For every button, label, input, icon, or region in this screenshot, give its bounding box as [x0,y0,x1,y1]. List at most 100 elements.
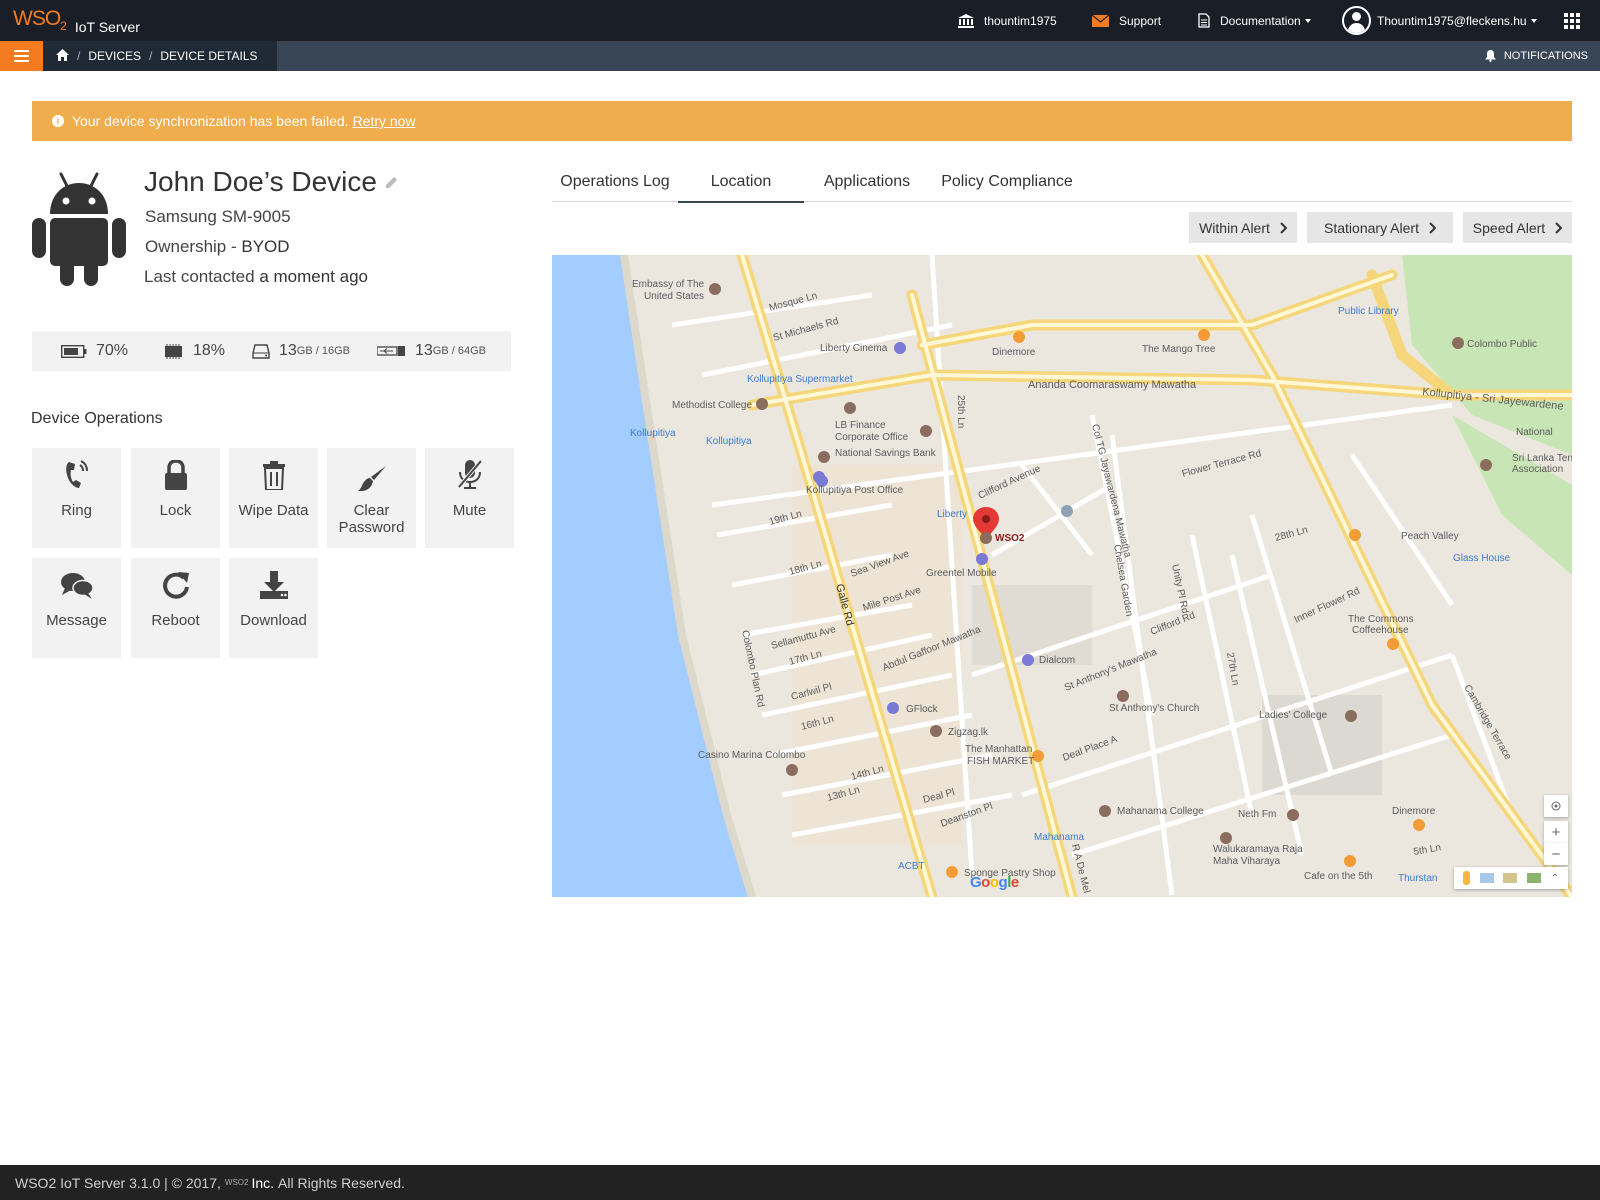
wso2-logo: WSO2 [13,7,67,34]
breadcrumb-devices[interactable]: DEVICES [88,49,141,63]
map-thumbnail-icon[interactable] [1479,873,1494,883]
bank-icon [958,13,974,28]
terrain-thumbnail-icon[interactable] [1503,873,1518,883]
svg-text:Public Library: Public Library [1338,306,1399,317]
device-tabs: Operations Log Location Applications Pol… [552,162,1572,203]
brand[interactable]: WSO2 IoT Server [13,7,140,38]
documentation-menu[interactable]: Documentation [1198,0,1311,41]
app-launcher[interactable] [1564,0,1580,41]
breadcrumb-separator: / [77,49,81,63]
svg-text:Maha Viharaya: Maha Viharaya [1213,856,1281,867]
svg-text:The Manhattan: The Manhattan [965,744,1032,755]
svg-text:Mahanama: Mahanama [1034,832,1084,843]
retry-now-link[interactable]: Retry now [353,113,416,129]
notifications-link[interactable]: NOTIFICATIONS [1484,41,1588,71]
svg-text:Colombo Plan Rd: Colombo Plan Rd [739,629,766,708]
location-pin[interactable]: WSO2 [973,507,1025,544]
mic-off-icon [455,448,484,502]
svg-text:Cafe on the 5th: Cafe on the 5th [1304,871,1372,882]
locate-me-button[interactable] [1544,795,1568,817]
tab-operations-log[interactable]: Operations Log [552,162,678,202]
brand-name: IoT Server [74,19,140,36]
lock-label: Lock [159,502,192,519]
battery-icon [61,344,87,358]
tab-policy-compliance[interactable]: Policy Compliance [930,162,1084,202]
svg-text:St Anthony's Church: St Anthony's Church [1109,703,1199,714]
reboot-button[interactable]: Reboot [131,558,220,658]
user-name: Thountim1975@fleckens.hu [1377,13,1527,28]
storage-stat: 13 GB / 16GB [252,331,350,371]
map-canvas: Embassy of TheUnited States Mosque Ln St… [552,255,1572,897]
wso2-footer-logo: WSO2 [224,1178,249,1187]
notifications-label: NOTIFICATIONS [1503,50,1588,62]
map-type-controls[interactable]: ⌃ [1454,867,1568,889]
hard-drive-icon [252,343,270,359]
stationary-alert-label: Stationary Alert [1324,219,1419,236]
svg-text:Kollupitiya: Kollupitiya [706,436,752,447]
pegman-icon[interactable] [1462,871,1470,885]
mute-button[interactable]: Mute [425,448,514,548]
sync-failed-alert: i Your device synchronization has been f… [32,101,1572,141]
location-map[interactable]: Embassy of The United States Mosque Ln St… [552,255,1572,897]
svg-text:5th Ln: 5th Ln [1413,842,1442,858]
zoom-out-button[interactable]: − [1544,843,1568,865]
support-link[interactable]: Support [1092,0,1161,41]
svg-text:Coffeehouse: Coffeehouse [1352,625,1409,636]
clear-password-label: Clear Password [338,502,405,536]
mute-label: Mute [452,502,487,519]
stationary-alert-button[interactable]: Stationary Alert [1307,212,1453,243]
svg-text:Peach Valley: Peach Valley [1401,531,1459,542]
documentation-label: Documentation [1220,13,1301,28]
svg-text:The Commons: The Commons [1348,614,1414,625]
external-storage-used: 13 [415,342,433,359]
cpu-icon [163,343,184,359]
lock-button[interactable]: Lock [131,448,220,548]
svg-text:Glass House: Glass House [1453,553,1511,564]
pencil-edit-icon[interactable] [385,176,398,189]
svg-text:Greentel Mobile: Greentel Mobile [926,568,997,579]
svg-text:GFlock: GFlock [906,704,939,715]
svg-text:Ladies' College: Ladies' College [1259,710,1328,721]
tenant-menu[interactable]: thountim1975 [958,0,1057,41]
top-header: WSO2 IoT Server thountim1975 Support Doc… [0,0,1600,41]
within-alert-button[interactable]: Within Alert [1189,212,1297,243]
device-name-title: John Doe’s Device [144,166,398,198]
svg-text:Dinemore: Dinemore [992,347,1036,358]
svg-text:National: National [1516,427,1553,438]
device-name: John Doe’s Device [144,166,377,197]
download-button[interactable]: Download [229,558,318,658]
svg-text:ACBT: ACBT [898,861,925,872]
device-operations-title: Device Operations [31,410,163,427]
support-label: Support [1119,13,1162,28]
ring-button[interactable]: Ring [32,448,121,548]
chevron-right-icon [1280,221,1287,234]
svg-text:Kollupitiya: Kollupitiya [630,428,676,439]
wipe-data-button[interactable]: Wipe Data [229,448,318,548]
external-storage-total: GB / 64GB [432,345,486,357]
svg-text:Dialcom: Dialcom [1039,655,1075,666]
chevron-right-icon [1555,221,1563,234]
clear-password-button[interactable]: Clear Password [327,448,416,548]
hamburger-menu-button[interactable] [0,41,43,71]
svg-text:FISH MARKET: FISH MARKET [967,756,1034,767]
user-menu[interactable]: Thountim1975@fleckens.hu [1342,0,1537,41]
tenant-name: thountim1975 [984,13,1057,28]
speed-alert-button[interactable]: Speed Alert [1463,212,1572,243]
home-icon[interactable] [56,48,69,64]
tab-location[interactable]: Location [678,162,804,203]
speed-alert-label: Speed Alert [1472,219,1546,236]
zoom-in-button[interactable]: + [1544,821,1568,843]
svg-text:Mosque Ln: Mosque Ln [768,290,819,313]
breadcrumb-separator: / [149,49,153,63]
message-label: Message [46,612,107,629]
tab-applications[interactable]: Applications [804,162,930,202]
svg-text:Mahanama College: Mahanama College [1117,806,1204,817]
footer-rights: All Rights Reserved. [278,1174,405,1191]
device-model: Samsung SM-9005 [145,207,291,226]
chevron-right-icon [1429,221,1436,234]
svg-text:Methodist College: Methodist College [672,400,752,411]
message-button[interactable]: Message [32,558,121,658]
svg-text:Colombo Public: Colombo Public [1467,339,1537,350]
satellite-thumbnail-icon[interactable] [1527,873,1542,883]
chevron-up-icon[interactable]: ⌃ [1551,873,1559,884]
